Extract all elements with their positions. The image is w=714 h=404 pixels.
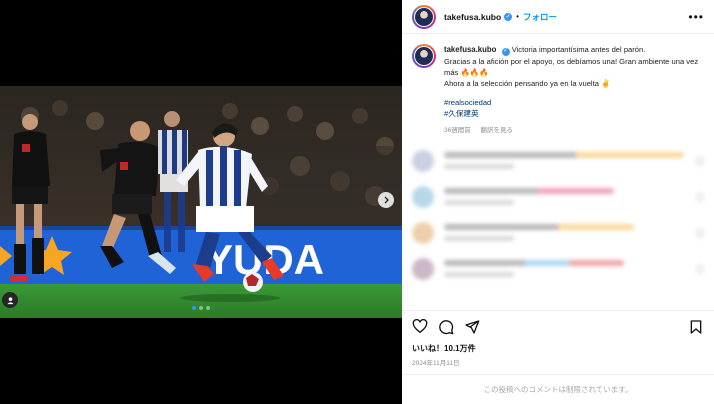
more-icon[interactable]: •••	[688, 10, 704, 24]
post-header: takefusa.kubo ✓ • フォロー •••	[402, 0, 714, 34]
caption-line-3: Ahora a la selección pensando ya en la v…	[444, 78, 611, 88]
action-bar: いいね！10.1万件 2024年11月11日	[402, 310, 714, 367]
like-count[interactable]: いいね！10.1万件	[412, 343, 704, 354]
comments-restricted-notice: この投稿へのコメントは制限されています。	[402, 374, 714, 404]
verified-icon: ✓	[504, 12, 513, 21]
avatar[interactable]	[412, 44, 436, 68]
caption-line-2: Gracias a la afición por el apoyo, os de…	[444, 56, 699, 77]
blurred-comment	[412, 149, 704, 172]
post-date: 2024年11月11日	[412, 360, 460, 367]
follow-button[interactable]: フォロー	[523, 11, 557, 23]
heart-icon[interactable]	[412, 319, 428, 335]
comments-area[interactable]: takefusa.kubo ✓ Victoria importantísima …	[402, 38, 714, 310]
share-icon[interactable]	[464, 319, 480, 335]
caption-username[interactable]: takefusa.kubo	[444, 45, 496, 54]
caption-line-1: Victoria importantísima antes del parón.	[511, 45, 646, 54]
hashtag-link[interactable]: #久保建英	[444, 108, 702, 119]
carousel-dot	[206, 306, 210, 310]
post-side-panel: takefusa.kubo ✓ • フォロー ••• takefusa.kubo…	[402, 0, 714, 404]
post-age: 36週間前	[444, 126, 471, 134]
carousel-dot	[199, 306, 203, 310]
blurred-comment	[412, 221, 704, 244]
avatar[interactable]	[412, 4, 436, 29]
comment-icon[interactable]	[438, 319, 454, 335]
bookmark-icon[interactable]	[688, 319, 704, 335]
translate-link[interactable]: 翻訳を見る	[481, 127, 514, 134]
media-pane: YUDA	[0, 0, 402, 404]
hashtag-link[interactable]: #realsociedad	[444, 97, 702, 108]
blurred-comment	[412, 185, 704, 208]
verified-icon: ✓	[501, 47, 510, 56]
caption: takefusa.kubo ✓ Victoria importantísima …	[412, 44, 704, 136]
carousel-dot	[192, 306, 196, 310]
username-link[interactable]: takefusa.kubo	[444, 12, 501, 22]
carousel-dots	[0, 306, 402, 310]
blurred-comment	[412, 257, 704, 280]
post-photo: YUDA	[0, 86, 402, 318]
next-arrow-icon[interactable]	[378, 192, 394, 208]
instagram-post-viewer: YUDA	[0, 0, 714, 404]
separator-dot: •	[516, 12, 519, 21]
